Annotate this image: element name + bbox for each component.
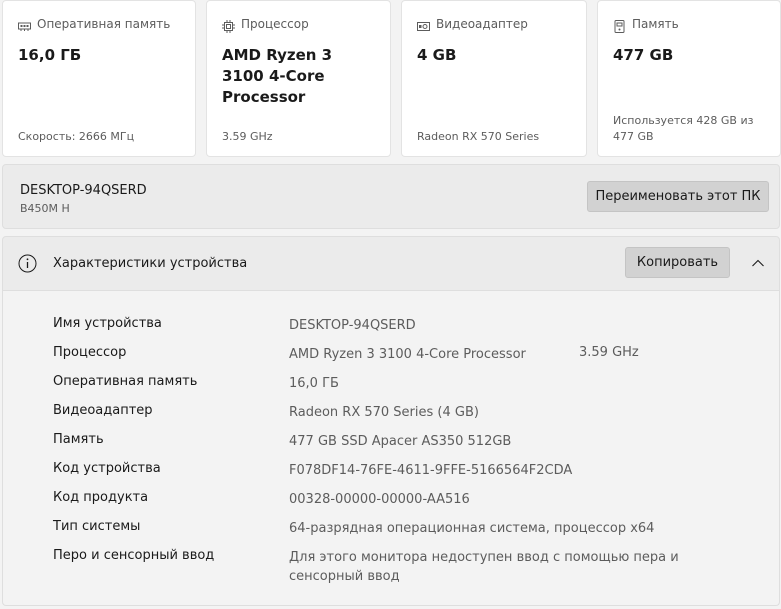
spec-value[interactable]: Radeon RX 570 Series (4 GB) — [289, 403, 749, 422]
spec-value[interactable]: 477 GB SSD Apacer AS350 512GB — [289, 432, 749, 451]
gpu-icon — [417, 18, 430, 31]
section-title: Характеристики устройства — [53, 256, 248, 271]
card-value: 4 GB — [417, 46, 457, 64]
card-subtext: 3.59 GHz — [222, 130, 273, 143]
card-processor: Процессор AMD Ryzen 3 3100 4-Core Proces… — [206, 0, 391, 157]
spec-value[interactable]: AMD Ryzen 3 3100 4-Core Processor — [289, 345, 749, 364]
pc-name-panel: DESKTOP-94QSERD B450M H Переименовать эт… — [2, 164, 780, 229]
processor-icon — [222, 18, 235, 33]
card-title: Видеоадаптер — [436, 17, 528, 31]
spec-label: Код продукта — [53, 490, 149, 505]
card-subtext: Radeon RX 570 Series — [417, 130, 540, 143]
copy-button[interactable]: Копировать — [625, 247, 730, 278]
spec-value[interactable]: 00328-00000-00000-AA516 — [289, 490, 749, 509]
spec-value[interactable]: 16,0 ГБ — [289, 374, 749, 393]
card-title: Память — [632, 17, 679, 31]
spec-label: Память — [53, 432, 104, 447]
device-specs-header[interactable]: Характеристики устройства Копировать — [2, 236, 780, 291]
spec-label: Тип системы — [53, 519, 141, 534]
card-value: 477 GB — [613, 46, 674, 64]
card-storage: Память 477 GB Используется 428 GB из 477… — [597, 0, 781, 157]
spec-value[interactable]: 64-разрядная операционная система, проце… — [289, 519, 749, 538]
spec-value-frequency[interactable]: 3.59 GHz — [579, 345, 639, 360]
storage-icon — [613, 18, 626, 33]
spec-label: Оперативная память — [53, 374, 198, 389]
card-subtext: Скорость: 2666 МГц — [18, 130, 135, 143]
spec-label: Процессор — [53, 345, 127, 360]
card-gpu: Видеоадаптер 4 GB Radeon RX 570 Series — [401, 0, 587, 157]
card-title: Оперативная память — [37, 17, 171, 31]
spec-label: Имя устройства — [53, 316, 162, 331]
spec-value[interactable]: F078DF14-76FE-4611-9FFE-5166564F2CDA — [289, 461, 749, 480]
spec-value[interactable]: DESKTOP-94QSERD — [289, 316, 749, 335]
card-value: 16,0 ГБ — [18, 46, 82, 64]
spec-label: Перо и сенсорный ввод — [53, 548, 215, 563]
card-subtext: Используется 428 GB из 477 GB — [613, 114, 754, 143]
card-title: Процессор — [241, 17, 309, 31]
rename-pc-button[interactable]: Переименовать этот ПК — [587, 181, 769, 212]
spec-label: Видеоадаптер — [53, 403, 153, 418]
device-specs-list: Имя устройства DESKTOP-94QSERD Процессор… — [2, 291, 780, 606]
pc-model: B450M H — [20, 202, 70, 215]
spec-value[interactable]: Для этого монитора недоступен ввод с пом… — [289, 548, 749, 586]
ram-icon — [18, 18, 31, 31]
summary-cards: Оперативная память 16,0 ГБ Скорость: 266… — [0, 0, 781, 158]
card-value: AMD Ryzen 3 3100 4-Core Processor — [222, 46, 333, 106]
chevron-up-icon[interactable] — [751, 255, 765, 269]
card-ram: Оперативная память 16,0 ГБ Скорость: 266… — [2, 0, 196, 157]
pc-name: DESKTOP-94QSERD — [20, 183, 147, 198]
info-icon — [18, 254, 37, 273]
spec-label: Код устройства — [53, 461, 161, 476]
